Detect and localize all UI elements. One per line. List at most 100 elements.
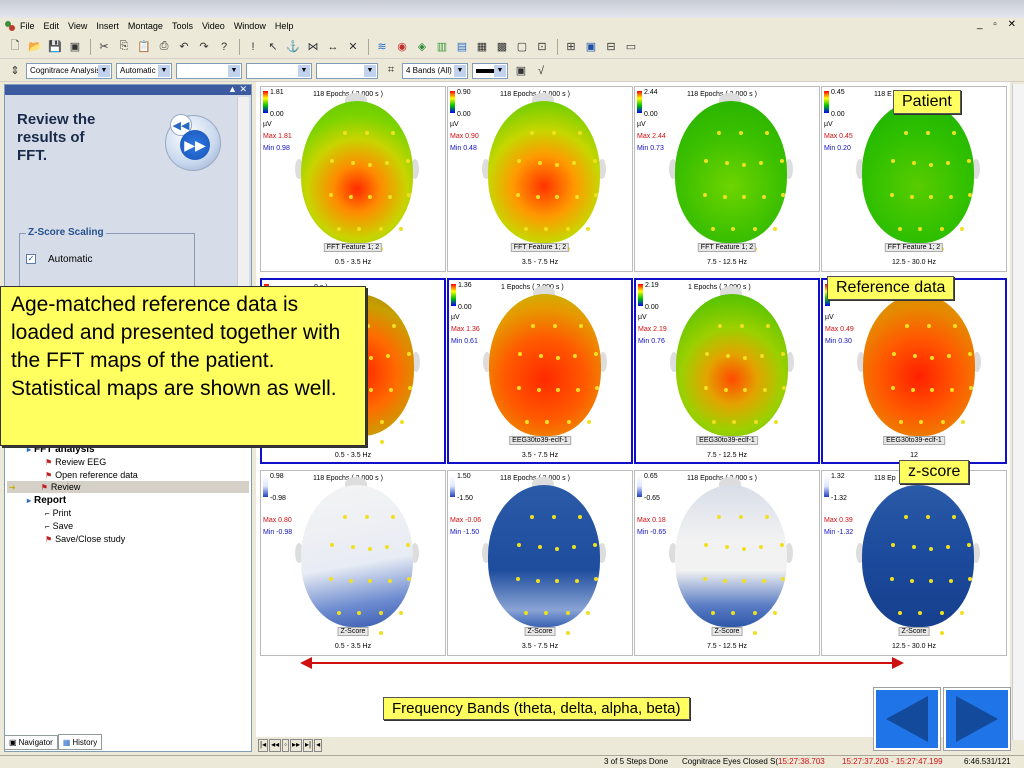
color-scale-bar: [637, 91, 642, 113]
electrode-marker: [773, 227, 777, 231]
print-icon[interactable]: ⎙: [155, 38, 173, 56]
scale-icon[interactable]: ⌗: [382, 62, 400, 80]
topo-map-cell[interactable]: 1.50-1.50Max -0.06Min -1.50118 Epochs ( …: [447, 470, 633, 656]
analysis-select[interactable]: Cognitrace Analysis ▼: [26, 62, 112, 79]
bands-select[interactable]: 4 Bands (All) (c ▼: [402, 62, 468, 79]
empty-select-1[interactable]: ▼: [176, 62, 242, 79]
open-folder-icon[interactable]: 📂: [26, 38, 44, 56]
filter-icon[interactable]: ◈: [413, 38, 431, 56]
layout-one-icon[interactable]: ⊞: [562, 38, 580, 56]
range-icon[interactable]: ↔: [324, 38, 342, 56]
new-document-icon[interactable]: 🗋: [6, 38, 24, 56]
undo-icon[interactable]: ↶: [175, 38, 193, 56]
panel-scrollbar[interactable]: [237, 97, 249, 295]
marker-icon[interactable]: !: [244, 38, 262, 56]
next-step-button[interactable]: ▶▶: [180, 130, 210, 160]
chart-icon[interactable]: ▤: [453, 38, 471, 56]
clear-icon[interactable]: ✕: [344, 38, 362, 56]
electrode-marker: [764, 131, 769, 135]
scalp-map: [862, 101, 974, 243]
min-readout: Min -0.65: [637, 529, 667, 536]
toolbar-separator: [557, 38, 558, 55]
electrode-marker: [753, 631, 758, 635]
topo-map-cell[interactable]: 2.19 0.00 µV Max 2.19 Min 0.76 1 Epochs ( 2.0…: [634, 278, 820, 464]
bars-icon[interactable]: ▥: [433, 38, 451, 56]
tree-save[interactable]: ⌐ Save: [45, 521, 73, 531]
scalp-map: [488, 485, 600, 627]
video-icon[interactable]: ▭: [622, 38, 640, 56]
main-scrollbar[interactable]: [1012, 84, 1024, 740]
menu-video[interactable]: Video: [202, 21, 225, 31]
menu-window[interactable]: Window: [234, 21, 266, 31]
scaling-select[interactable]: Automatic ▼: [116, 62, 172, 79]
electrode-marker: [329, 577, 333, 581]
montage-icon[interactable]: ◉: [393, 38, 411, 56]
layout-two-icon[interactable]: ▣: [582, 38, 600, 56]
menu-montage[interactable]: Montage: [128, 21, 163, 31]
electrode-marker: [940, 631, 945, 635]
electrode-marker: [951, 515, 956, 519]
topo-map-cell[interactable]: 0.98-0.98Max 0.80Min -0.98118 Epochs ( 2…: [260, 470, 446, 656]
redo-icon[interactable]: ↷: [195, 38, 213, 56]
topo-map-cell[interactable]: 0.900.00µVMax 0.90Min 0.48118 Epochs ( 2…: [447, 86, 633, 272]
chevron-down-icon: ▼: [364, 64, 376, 77]
slide-previous-button[interactable]: [874, 688, 940, 750]
color-select[interactable]: ▼: [472, 62, 508, 79]
chevron-down-icon: ▼: [98, 64, 110, 77]
menu-file[interactable]: File: [20, 21, 35, 31]
slide-next-button[interactable]: [944, 688, 1010, 750]
calendar-icon[interactable]: ▦: [473, 38, 491, 56]
menu-help[interactable]: Help: [275, 21, 294, 31]
arrow-tool-icon[interactable]: ↖: [264, 38, 282, 56]
copy-icon[interactable]: ⎘: [115, 38, 133, 56]
page-icon[interactable]: ▢: [513, 38, 531, 56]
empty-select-2[interactable]: ▼: [246, 62, 312, 79]
tab-navigator[interactable]: ▣ Navigator: [4, 735, 58, 750]
electrode-marker: [946, 545, 950, 549]
menu-tools[interactable]: Tools: [172, 21, 193, 31]
grid-icon[interactable]: ▩: [493, 38, 511, 56]
tree-report[interactable]: ▸ Report: [27, 495, 66, 506]
frame-icon[interactable]: ⊡: [533, 38, 551, 56]
automatic-checkbox[interactable]: ✓: [26, 254, 36, 264]
last-page-icon[interactable]: ▸|: [303, 739, 314, 752]
cut-icon[interactable]: ✂: [95, 38, 113, 56]
waveform-icon[interactable]: ≋: [373, 38, 391, 56]
help-icon[interactable]: ?: [215, 38, 233, 56]
panel-controls[interactable]: ▲ ✕: [228, 84, 247, 95]
fast-forward-icon[interactable]: ▸▸: [289, 739, 302, 752]
rewind-icon[interactable]: ◂◂: [269, 739, 282, 752]
empty-select-3[interactable]: ▼: [316, 62, 378, 79]
step-icon[interactable]: ⇕: [6, 62, 24, 80]
tree-print[interactable]: ⌐ Print: [45, 508, 71, 518]
tree-save-close[interactable]: ⚑ Save/Close study: [45, 534, 125, 544]
topo-map-cell[interactable]: µV Max 0.49 Min 0.30 EEG30to39-eclf-1 12: [821, 278, 1007, 464]
topo-map-cell[interactable]: 2.440.00µVMax 2.44Min 0.73118 Epochs ( 2…: [634, 86, 820, 272]
tree-review-eeg[interactable]: ⚑ Review EEG: [45, 457, 106, 467]
step-back-icon[interactable]: ◂: [314, 739, 323, 752]
topo-map-cell[interactable]: 1.810.00µVMax 1.81Min 0.98118 Epochs ( 2…: [260, 86, 446, 272]
topo-map-cell[interactable]: 1.36 0.00 µV Max 1.36 Min 0.61 1 Epochs ( 2.0…: [447, 278, 633, 464]
menu-insert[interactable]: Insert: [96, 21, 119, 31]
menu-view[interactable]: View: [68, 21, 87, 31]
save-icon[interactable]: 💾: [46, 38, 64, 56]
split-icon[interactable]: ⋈: [304, 38, 322, 56]
line-color-swatch: [476, 68, 496, 73]
menu-edit[interactable]: Edit: [44, 21, 60, 31]
window-controls[interactable]: _ ▫ ✕: [977, 19, 1020, 30]
color-scale-bar: [450, 475, 455, 497]
settings-icon[interactable]: ▣: [512, 62, 530, 80]
layout-three-icon[interactable]: ⊟: [602, 38, 620, 56]
min-readout: Min 0.30: [825, 338, 852, 345]
topo-map-cell[interactable]: 0.65-0.65Max 0.18Min -0.65118 Epochs ( 2…: [634, 470, 820, 656]
tab-history[interactable]: ▦ History: [57, 734, 103, 750]
save-all-icon[interactable]: ▣: [66, 38, 84, 56]
anchor-icon[interactable]: ⚓: [284, 38, 302, 56]
paste-icon[interactable]: 📋: [135, 38, 153, 56]
tree-open-reference[interactable]: ⚑ Open reference data: [45, 470, 138, 480]
tree-review[interactable]: ➜ ⚑ Review: [9, 482, 80, 492]
first-page-icon[interactable]: |◂: [258, 739, 269, 752]
stop-icon[interactable]: ◦: [282, 739, 289, 752]
topo-map-cell[interactable]: 1.32 -1.32 Max 0.39 Min -1.32 118 Ep Z-Score 1…: [821, 470, 1007, 656]
check-icon[interactable]: √: [532, 62, 550, 80]
